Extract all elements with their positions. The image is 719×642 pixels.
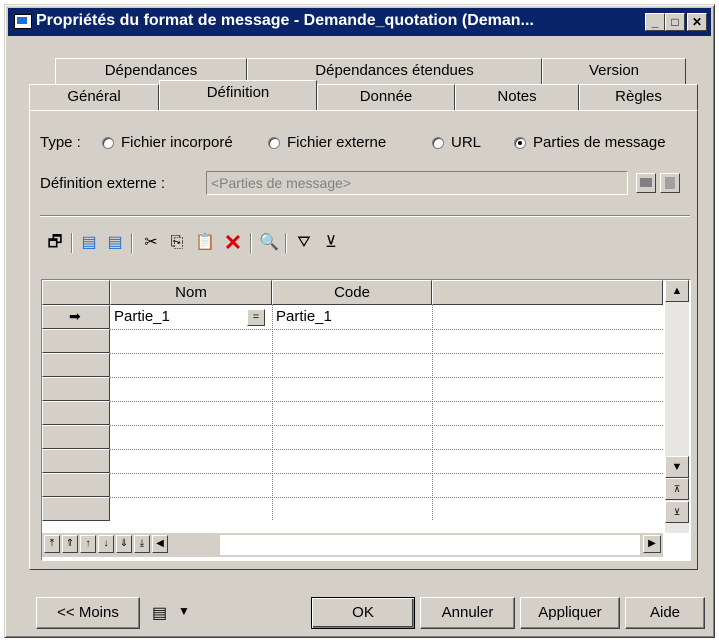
row-header[interactable] bbox=[42, 473, 110, 497]
delete-icon[interactable]: ✕ bbox=[222, 232, 244, 254]
scroll-left-arrow-icon[interactable]: ◀ bbox=[152, 535, 168, 553]
radio-label-parties-de-message[interactable]: Parties de message bbox=[533, 134, 666, 151]
tab-version[interactable]: Version bbox=[542, 58, 686, 84]
row-divider bbox=[110, 401, 663, 402]
minimize-button[interactable]: _ bbox=[645, 13, 665, 31]
tab-regles[interactable]: Règles bbox=[579, 84, 698, 110]
radio-url[interactable] bbox=[432, 137, 444, 149]
add-row-icon[interactable]: ▤ bbox=[104, 232, 126, 254]
cell-equals-button[interactable]: = bbox=[247, 309, 265, 326]
close-button[interactable]: ✕ bbox=[687, 13, 707, 31]
separator bbox=[40, 215, 690, 217]
move-down-icon[interactable]: ↓ bbox=[98, 535, 114, 553]
filter-icon[interactable]: ⛛ bbox=[293, 232, 315, 254]
horizontal-scroll-track[interactable] bbox=[220, 535, 640, 555]
file-icon bbox=[665, 177, 675, 189]
radio-parties-de-message[interactable] bbox=[514, 137, 526, 149]
move-bottom-icon[interactable]: ⤓ bbox=[134, 535, 150, 553]
menu-icon[interactable]: ▤ bbox=[152, 603, 174, 625]
window-icon bbox=[14, 14, 32, 29]
tab-definition[interactable]: Définition bbox=[159, 80, 317, 110]
radio-fichier-incorpore[interactable] bbox=[102, 137, 114, 149]
row-divider bbox=[110, 377, 663, 378]
row-header[interactable] bbox=[42, 425, 110, 449]
less-button[interactable]: << Moins bbox=[36, 597, 140, 629]
column-divider bbox=[432, 305, 433, 520]
row-header[interactable] bbox=[42, 353, 110, 377]
paste-icon[interactable]: 📋 bbox=[194, 232, 216, 254]
apply-button[interactable]: Appliquer bbox=[520, 597, 620, 629]
row-divider bbox=[110, 353, 663, 354]
insert-row-icon[interactable]: ▤ bbox=[78, 232, 100, 254]
toolbar-separator bbox=[131, 233, 133, 253]
ok-button[interactable]: OK bbox=[311, 597, 415, 629]
tab-notes[interactable]: Notes bbox=[455, 84, 579, 110]
help-button[interactable]: Aide bbox=[625, 597, 705, 629]
column-header-empty bbox=[432, 280, 663, 305]
clear-filter-icon[interactable]: ⊻ bbox=[320, 232, 342, 254]
radio-label-url[interactable]: URL bbox=[451, 134, 481, 151]
title-bar[interactable]: Propriétés du format de message - Demand… bbox=[8, 8, 711, 36]
type-label: Type : bbox=[40, 134, 81, 151]
row-header-current[interactable]: ➡ bbox=[42, 305, 110, 329]
cell-nom[interactable]: Partie_1 bbox=[114, 308, 170, 325]
row-divider bbox=[110, 473, 663, 474]
move-top-icon[interactable]: ⤒ bbox=[44, 535, 60, 553]
find-icon[interactable]: 🔍 bbox=[258, 232, 280, 254]
properties-icon[interactable]: 🗗 bbox=[44, 232, 66, 254]
folder-icon bbox=[640, 178, 652, 187]
parts-grid[interactable]: Nom Code ➡ Partie_1 = Partie_1 ▲ ▼ ⊼ ⊻ ⤒… bbox=[41, 279, 691, 561]
scroll-page-up-icon[interactable]: ⊼ bbox=[665, 478, 689, 500]
window-title: Propriétés du format de message - Demand… bbox=[36, 12, 534, 29]
external-definition-label: Définition externe : bbox=[40, 175, 166, 192]
external-definition-field: <Parties de message> bbox=[206, 171, 628, 195]
current-row-arrow-icon: ➡ bbox=[69, 308, 81, 324]
row-header[interactable] bbox=[42, 449, 110, 473]
scroll-down-arrow-icon[interactable]: ▼ bbox=[665, 456, 689, 478]
maximize-icon: □ bbox=[671, 15, 679, 29]
close-icon: ✕ bbox=[691, 15, 703, 29]
browse-button[interactable] bbox=[636, 173, 656, 193]
radio-label-fichier-externe[interactable]: Fichier externe bbox=[287, 134, 386, 151]
move-up-page-icon[interactable]: ⇑ bbox=[62, 535, 78, 553]
move-up-icon[interactable]: ↑ bbox=[80, 535, 96, 553]
radio-label-fichier-incorpore[interactable]: Fichier incorporé bbox=[121, 134, 233, 151]
row-divider bbox=[110, 497, 663, 498]
toolbar-separator bbox=[285, 233, 287, 253]
move-down-page-icon[interactable]: ⇓ bbox=[116, 535, 132, 553]
row-header[interactable] bbox=[42, 497, 110, 521]
grid-navigation-bar: ⤒ ⇑ ↑ ↓ ⇓ ⤓ ◀ ▶ bbox=[42, 533, 663, 557]
radio-fichier-externe[interactable] bbox=[268, 137, 280, 149]
row-divider bbox=[110, 449, 663, 450]
toolbar-separator bbox=[71, 233, 73, 253]
row-header[interactable] bbox=[42, 329, 110, 353]
scroll-right-arrow-icon[interactable]: ▶ bbox=[643, 535, 661, 553]
vertical-scrollbar[interactable]: ▲ ▼ ⊼ ⊻ bbox=[665, 280, 689, 533]
copy-icon[interactable]: ⎘ bbox=[166, 232, 188, 254]
tab-donnee[interactable]: Donnée bbox=[317, 84, 455, 110]
scroll-page-down-icon[interactable]: ⊻ bbox=[665, 501, 689, 523]
toolbar-separator bbox=[250, 233, 252, 253]
tab-general[interactable]: Général bbox=[29, 84, 159, 110]
maximize-button[interactable]: □ bbox=[665, 13, 685, 31]
scroll-up-arrow-icon[interactable]: ▲ bbox=[665, 280, 689, 302]
column-header-nom[interactable]: Nom bbox=[110, 280, 272, 305]
row-divider bbox=[110, 329, 663, 330]
column-divider bbox=[272, 305, 273, 520]
row-header[interactable] bbox=[42, 401, 110, 425]
grid-corner bbox=[42, 280, 110, 305]
cut-icon[interactable]: ✂ bbox=[140, 232, 162, 254]
cancel-button[interactable]: Annuler bbox=[420, 597, 515, 629]
row-divider bbox=[110, 425, 663, 426]
column-header-code[interactable]: Code bbox=[272, 280, 432, 305]
cell-code[interactable]: Partie_1 bbox=[276, 308, 332, 325]
open-file-button[interactable] bbox=[660, 173, 680, 193]
menu-dropdown-icon[interactable]: ▼ bbox=[178, 604, 190, 618]
row-header[interactable] bbox=[42, 377, 110, 401]
minimize-icon: _ bbox=[651, 15, 659, 29]
